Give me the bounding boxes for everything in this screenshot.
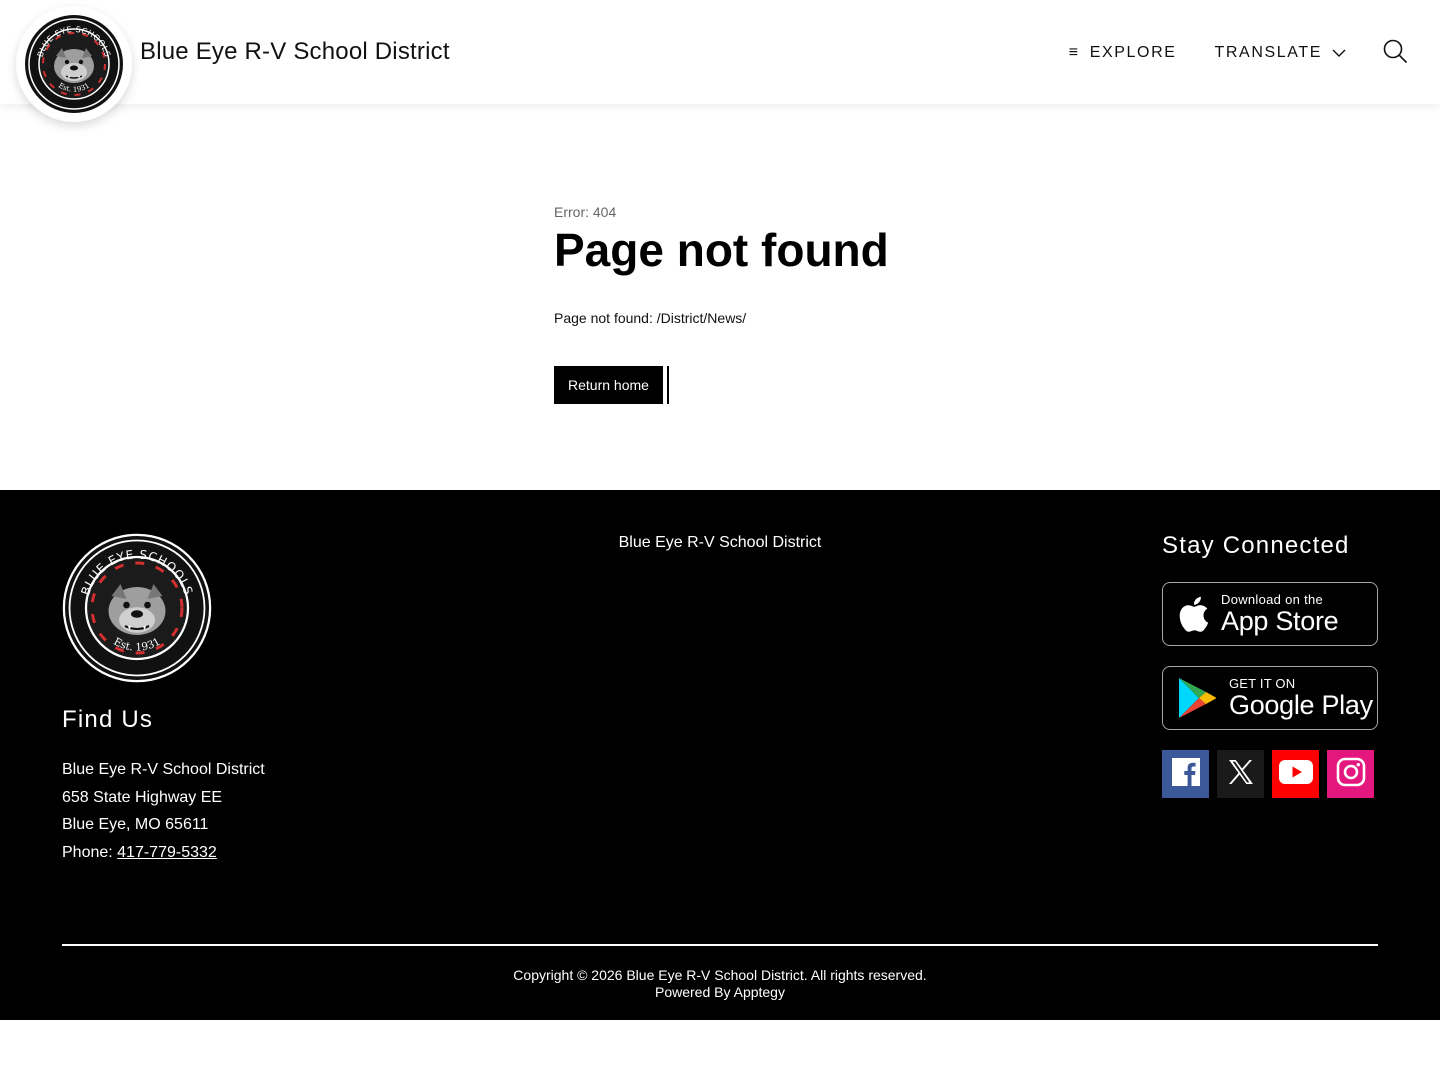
copyright-block: Copyright © 2026 Blue Eye R-V School Dis… bbox=[0, 967, 1440, 1001]
search-icon bbox=[1382, 38, 1408, 69]
app-store-text: Download on the App Store bbox=[1221, 592, 1339, 636]
phone-link[interactable]: 417-779-5332 bbox=[117, 844, 217, 861]
youtube-icon bbox=[1278, 759, 1313, 789]
app-store-badge[interactable]: Download on the App Store bbox=[1162, 582, 1378, 646]
x-icon bbox=[1227, 758, 1255, 791]
youtube-link[interactable] bbox=[1272, 750, 1319, 798]
page-title: Page not found bbox=[554, 224, 889, 276]
error-message: Page not found: /District/News/ bbox=[554, 310, 747, 326]
site-title[interactable]: Blue Eye R-V School District bbox=[140, 38, 450, 66]
error-content: Error: 404 Page not found Page not found… bbox=[554, 204, 1154, 404]
main-nav: ≡ EXPLORE TRANSLATE bbox=[1031, 36, 1408, 70]
google-play-big: Google Play bbox=[1229, 690, 1373, 720]
error-code: Error: 404 bbox=[554, 204, 617, 220]
return-home-button[interactable]: Return home bbox=[554, 366, 663, 404]
explore-label: EXPLORE bbox=[1089, 44, 1177, 61]
footer-divider bbox=[62, 944, 1378, 946]
app-store-big: App Store bbox=[1221, 606, 1339, 636]
find-us-heading: Find Us bbox=[62, 706, 154, 733]
instagram-link[interactable] bbox=[1327, 750, 1374, 798]
address-name: Blue Eye R-V School District bbox=[62, 761, 265, 778]
site-header: BLUE EYE SCHOOLS Est. 1931 Blue Eye R-V … bbox=[0, 0, 1440, 122]
address-street: 658 State Highway EE bbox=[62, 788, 223, 806]
translate-dropdown[interactable]: TRANSLATE bbox=[1215, 44, 1346, 62]
address-phone-row: Phone: 417-779-5332 bbox=[62, 839, 265, 867]
facebook-link[interactable] bbox=[1162, 750, 1209, 798]
app-store-small: Download on the bbox=[1221, 592, 1324, 607]
social-links bbox=[1162, 750, 1374, 798]
google-play-icon bbox=[1177, 676, 1217, 720]
address-city: Blue Eye, MO 65611 bbox=[62, 816, 209, 833]
search-button[interactable] bbox=[1382, 38, 1408, 69]
district-logo-link[interactable]: BLUE EYE SCHOOLS Est. 1931 bbox=[16, 6, 132, 122]
phone-label: Phone: bbox=[62, 843, 118, 861]
stay-connected-heading: Stay Connected bbox=[1162, 532, 1350, 559]
address-block: Blue Eye R-V School District 658 State H… bbox=[62, 756, 265, 866]
explore-menu-button[interactable]: ≡ EXPLORE bbox=[1069, 44, 1177, 62]
hamburger-icon: ≡ bbox=[1068, 44, 1080, 61]
site-footer: BLUE EYE SCHOOLS Est. 1931 Find Us Blue … bbox=[0, 490, 1440, 1020]
powered-by-link[interactable]: Powered By Apptegy bbox=[0, 984, 1440, 1001]
x-link[interactable] bbox=[1217, 750, 1264, 798]
copyright-text: Copyright © 2026 Blue Eye R-V School Dis… bbox=[513, 967, 927, 983]
google-play-small: GET IT ON bbox=[1229, 676, 1296, 691]
apple-icon bbox=[1177, 595, 1209, 633]
footer-district-logo: BLUE EYE SCHOOLS Est. 1931 bbox=[62, 533, 212, 683]
google-play-text: GET IT ON Google Play bbox=[1229, 677, 1373, 719]
facebook-icon bbox=[1171, 757, 1201, 792]
instagram-icon bbox=[1336, 757, 1366, 792]
translate-label: TRANSLATE bbox=[1214, 44, 1322, 61]
district-logo: BLUE EYE SCHOOLS Est. 1931 bbox=[25, 15, 123, 113]
google-play-badge[interactable]: GET IT ON Google Play bbox=[1162, 666, 1378, 730]
chevron-down-icon bbox=[1332, 49, 1346, 58]
